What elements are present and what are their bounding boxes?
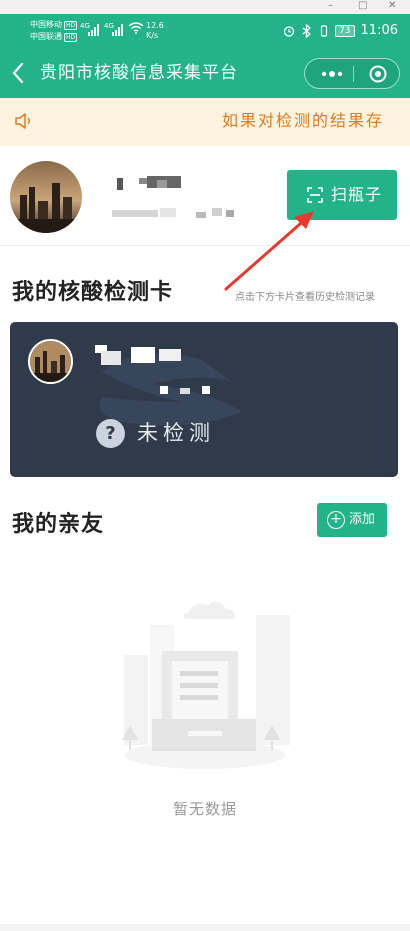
status-right: 73 11:06 (283, 23, 398, 38)
window-minimize-button[interactable]: – (328, 0, 333, 14)
card-avatar (28, 339, 73, 384)
window-strip: – □ ✕ (0, 0, 410, 14)
relatives-section-title: 我的亲友 (12, 512, 105, 537)
window-maximize-button[interactable]: □ (358, 0, 367, 14)
more-dots-icon[interactable] (319, 66, 345, 82)
card-masked-id (160, 386, 210, 394)
navigation-bar: 贵阳市核酸信息采集平台 (0, 48, 410, 98)
test-status-text: 未检测 (137, 421, 215, 445)
alarm-icon (283, 25, 295, 37)
speaker-icon (15, 113, 30, 129)
capsule-divider (353, 66, 354, 82)
history-hint: 点击下方卡片查看历史检测记录 (235, 292, 375, 303)
network-speed: 12.6 K/s (146, 21, 164, 41)
empty-state-illustration (122, 601, 290, 769)
carrier-2: 中国联通 (30, 32, 62, 41)
bottom-divider (0, 924, 410, 931)
carrier-1: 中国移动 (30, 20, 62, 29)
bluetooth-icon (302, 23, 312, 38)
status-bar: 中国移动 HD 中国联通 HD 4G 4G 12.6 K/s 73 11:06 (0, 14, 410, 48)
profile-section: 扫瓶子 (0, 146, 410, 246)
signal-1-icon (88, 24, 99, 36)
empty-data-text: 暂无数据 (172, 800, 237, 818)
clock-time: 11:06 (360, 23, 398, 38)
chevron-left-icon[interactable] (10, 61, 28, 85)
mini-program-screen: – □ ✕ 中国移动 HD 中国联通 HD 4G 4G 12.6 K/s 73 … (0, 0, 410, 931)
plus-icon: + (327, 511, 345, 529)
speed-value: 12.6 (146, 21, 164, 30)
card-masked-name (95, 345, 181, 365)
question-icon: ? (96, 419, 125, 448)
speed-unit: K/s (146, 31, 159, 40)
menu-capsule (304, 58, 400, 89)
nucleic-test-card[interactable]: ? 未检测 (10, 322, 398, 477)
add-relative-label: 添加 (349, 512, 376, 527)
add-relative-button[interactable]: + 添加 (317, 503, 387, 537)
wifi-icon (128, 22, 144, 34)
hd-badge-1: HD (64, 21, 78, 30)
window-close-button[interactable]: ✕ (388, 0, 396, 14)
carrier-info: 中国移动 HD 中国联通 HD (30, 19, 78, 43)
scan-bottle-label: 扫瓶子 (331, 185, 383, 204)
signal-2-icon (112, 24, 123, 36)
battery-level: 73 (335, 24, 355, 37)
masked-name (117, 176, 181, 190)
scan-icon (307, 187, 323, 203)
notice-bar[interactable]: 如果对检测的结果存 (0, 98, 410, 146)
annotation-arrow-icon (224, 211, 314, 291)
test-card-section-title: 我的核酸检测卡 (12, 280, 174, 305)
avatar[interactable] (10, 161, 82, 233)
target-circle-icon[interactable] (369, 65, 387, 83)
vibrate-icon (320, 24, 328, 37)
page-title: 贵阳市核酸信息采集平台 (40, 63, 238, 83)
hd-badge-2: HD (64, 33, 78, 42)
notice-text: 如果对检测的结果存 (222, 111, 385, 130)
